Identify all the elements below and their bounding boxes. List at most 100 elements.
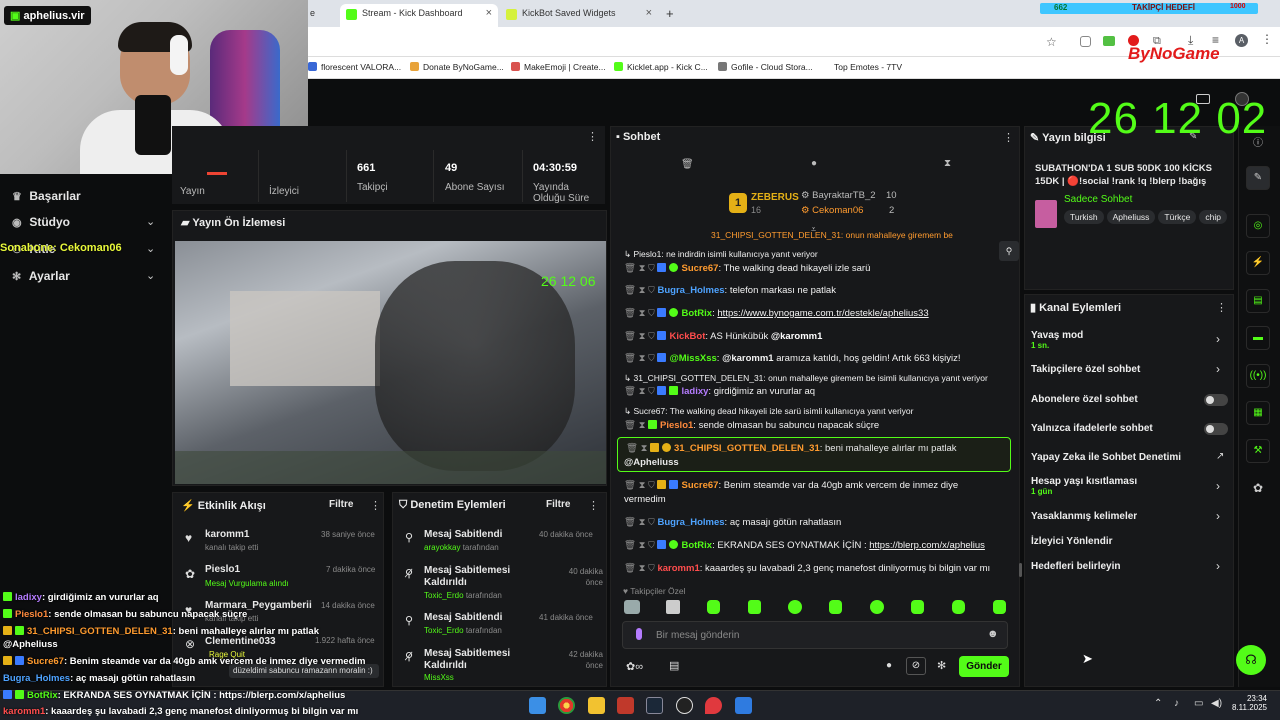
mod-tools-icon[interactable]: 🗑 ⧗ ⛉ xyxy=(624,563,657,574)
emote-only-toggle[interactable] xyxy=(1204,423,1228,435)
mod-tools-icon[interactable]: 🗑 ⧗ ⛉ xyxy=(624,263,657,274)
leaderboard-name[interactable]: BayraktarTB_2 xyxy=(812,190,875,201)
star-icon[interactable]: ☆ xyxy=(1046,35,1057,49)
store-icon[interactable]: ▤ xyxy=(669,659,679,672)
chevron-right-icon[interactable]: › xyxy=(1216,362,1220,376)
emote-icon[interactable] xyxy=(788,600,802,614)
action-banned-words[interactable]: Yasaklanmış kelimeler xyxy=(1031,511,1137,522)
chat-username[interactable]: Bugra_Holmes xyxy=(657,285,724,296)
category-thumbnail[interactable] xyxy=(1035,200,1057,228)
chevron-right-icon[interactable]: › xyxy=(1216,559,1220,573)
nav-item-studio[interactable]: ◉ Stüdyo xyxy=(12,215,70,229)
hourglass-icon[interactable]: ⧗ xyxy=(944,158,951,169)
more-options-icon[interactable]: ⋮ xyxy=(370,499,381,512)
chat-username[interactable]: @MissXss xyxy=(669,353,716,364)
mod-user[interactable]: Toxic_Erdo xyxy=(424,626,464,635)
emote-icon[interactable] xyxy=(911,600,924,614)
activity-user[interactable]: karomm1 xyxy=(205,529,249,540)
close-tab-icon[interactable]: × xyxy=(646,7,652,19)
preview-video[interactable]: 26 12 06 xyxy=(175,241,606,484)
mod-tools-icon[interactable]: 🗑 ⧗ ⛉ xyxy=(624,540,657,551)
chevron-right-icon[interactable]: › xyxy=(1216,509,1220,523)
action-host[interactable]: İzleyici Yönlendir xyxy=(1031,536,1113,547)
clock[interactable]: 23:34 8.11.2025 xyxy=(1232,694,1267,712)
media-app-icon[interactable] xyxy=(617,697,634,714)
emote-icon[interactable] xyxy=(707,600,720,614)
chat-mention[interactable]: @karomm1 xyxy=(771,331,823,342)
chat-scrollbar[interactable] xyxy=(1019,563,1022,577)
chat-message[interactable]: 🗑 ⧗ ⛉ Bugra_Holmes: telefon markası ne p… xyxy=(624,285,836,296)
profile-avatar[interactable]: A xyxy=(1235,34,1248,47)
chevron-down-icon[interactable]: ⌄ xyxy=(146,242,155,255)
obs-icon[interactable] xyxy=(676,697,693,714)
chat-username[interactable]: karomm1 xyxy=(657,563,699,574)
emote-icon[interactable] xyxy=(666,600,680,614)
tab-partial[interactable]: e xyxy=(308,4,336,27)
more-options-icon[interactable]: ⋮ xyxy=(1261,32,1273,46)
file-explorer-icon[interactable] xyxy=(588,697,605,714)
chat-message[interactable]: 🗑 ⧗ ⛉ ladixy: girdiğimiz an vururlar aq xyxy=(624,386,815,397)
tray-chevron-icon[interactable]: ⌃ xyxy=(1154,698,1162,709)
clipboard-icon[interactable]: ▤ xyxy=(1246,289,1270,313)
chat-message[interactable]: 🗑 ⧗ ⛉ BotRix: EKRANDA SES OYNATMAK İÇİN … xyxy=(624,540,985,551)
chat-message[interactable]: 🗑 ⧗ ⛉ Bugra_Holmes: aç masajı götün raha… xyxy=(624,517,841,528)
more-options-icon[interactable]: ⋮ xyxy=(1003,131,1014,144)
mic-tray-icon[interactable]: ♪ xyxy=(1174,698,1179,709)
chat-link[interactable]: https://blerp.com/x/aphelius xyxy=(869,540,985,551)
chat-username[interactable]: BotRix xyxy=(681,540,712,551)
mod-tools-icon[interactable]: 🗑 ⧗ ⛉ xyxy=(624,308,657,319)
chat-username[interactable]: Bugra_Holmes xyxy=(657,517,724,528)
mod-user[interactable]: Toxic_Erdo xyxy=(424,591,464,600)
action-emote-only[interactable]: Yalnızca ifadelerle sohbet xyxy=(1031,423,1153,434)
chat-username[interactable]: KickBot xyxy=(669,331,705,342)
bookmark-item[interactable]: Gofile - Cloud Stora... xyxy=(718,62,813,72)
chevron-down-icon[interactable]: ⌄ xyxy=(146,269,155,282)
mod-tools-icon[interactable]: 🗑 ⧗ ⛉ xyxy=(624,353,657,364)
leaderboard-name[interactable]: Cekoman06 xyxy=(812,205,863,216)
emote-icon[interactable] xyxy=(952,600,965,614)
shield-extension-icon[interactable] xyxy=(1080,36,1091,47)
chat-username[interactable]: 31_CHIPSI_GOTTEN_DELEN_31 xyxy=(674,443,820,454)
layers-icon[interactable]: ▦ xyxy=(1246,401,1270,425)
nav-item-achievements[interactable]: ♛ Başarılar xyxy=(12,189,81,203)
mod-tools-icon[interactable]: 🗑 ⧗ ⛉ xyxy=(624,480,657,491)
emote-icon[interactable] xyxy=(624,600,640,614)
chat-mention[interactable]: @karomm1 xyxy=(722,353,774,364)
windows-start-icon[interactable] xyxy=(529,697,546,714)
external-link-icon[interactable]: ↗ xyxy=(1216,451,1224,462)
emote-icon[interactable] xyxy=(993,600,1006,614)
moderation-filter-button[interactable]: Filtre xyxy=(546,499,570,510)
chat-message[interactable]: 🗑 ⧗ ⛉ karomm1: kaaardeş şu lavabadi 2,3 … xyxy=(624,563,990,574)
display-tray-icon[interactable]: ▭ xyxy=(1194,698,1203,709)
wrench-icon[interactable]: ⚒ xyxy=(1246,439,1270,463)
extension-icon[interactable] xyxy=(1103,36,1115,46)
shield-app-icon[interactable] xyxy=(735,697,752,714)
chat-message[interactable]: 🗑 ⧗ ⛉ Sucre67: The walking dead hikayeli… xyxy=(624,263,870,274)
mod-tools-icon[interactable]: 🗑 ⧗ ⛉ xyxy=(624,386,657,397)
gear-icon[interactable]: ✻ xyxy=(937,659,946,672)
subscribers-only-toggle[interactable] xyxy=(1204,394,1228,406)
chrome-icon[interactable] xyxy=(558,697,575,714)
chat-message[interactable]: 🗑 ⧗ ⛉ @MissXss: @karomm1 aramıza katıldı… xyxy=(624,353,961,364)
chat-input[interactable]: Bir mesaj gönderin ☻ xyxy=(622,621,1008,649)
mod-tools-icon[interactable]: 🗑 ⧗ xyxy=(624,420,648,431)
chat-username[interactable]: BotRix xyxy=(681,308,712,319)
action-account-age[interactable]: Hesap yaşı kısıtlaması 1 gün xyxy=(1031,476,1137,496)
close-tab-icon[interactable]: × xyxy=(486,7,492,19)
steam-icon[interactable] xyxy=(646,697,663,714)
chat-message[interactable]: 🗑 ⧗ ⛉ Sucre67: Benim steamde var da 40gb… xyxy=(624,480,958,491)
bookmark-item[interactable]: MakeEmoji | Create... xyxy=(511,62,606,72)
action-goals[interactable]: Hedefleri belirleyin xyxy=(1031,561,1120,572)
action-ai-moderation[interactable]: Yapay Zeka ile Sohbet Denetimi xyxy=(1031,452,1181,463)
more-options-icon[interactable]: ⋮ xyxy=(588,499,599,512)
action-followers-only[interactable]: Takipçilere özel sohbet xyxy=(1031,364,1140,375)
emote-icon[interactable] xyxy=(748,600,761,614)
tag-chip[interactable]: chip xyxy=(1199,210,1227,224)
pin-icon[interactable]: ⚲ xyxy=(999,241,1019,261)
bookmark-item[interactable]: Donate ByNoGame... xyxy=(410,62,504,72)
chat-settings-icon[interactable]: ● xyxy=(886,660,892,671)
camera-icon[interactable]: ◎ xyxy=(1246,214,1270,238)
highlighted-message[interactable]: 🗑 ⧗ 31_CHIPSI_GOTTEN_DELEN_31: beni maha… xyxy=(617,437,1011,472)
tag-chip[interactable]: Türkçe xyxy=(1158,210,1197,224)
tab-kick-dashboard[interactable]: Stream - Kick Dashboard × xyxy=(340,4,498,27)
